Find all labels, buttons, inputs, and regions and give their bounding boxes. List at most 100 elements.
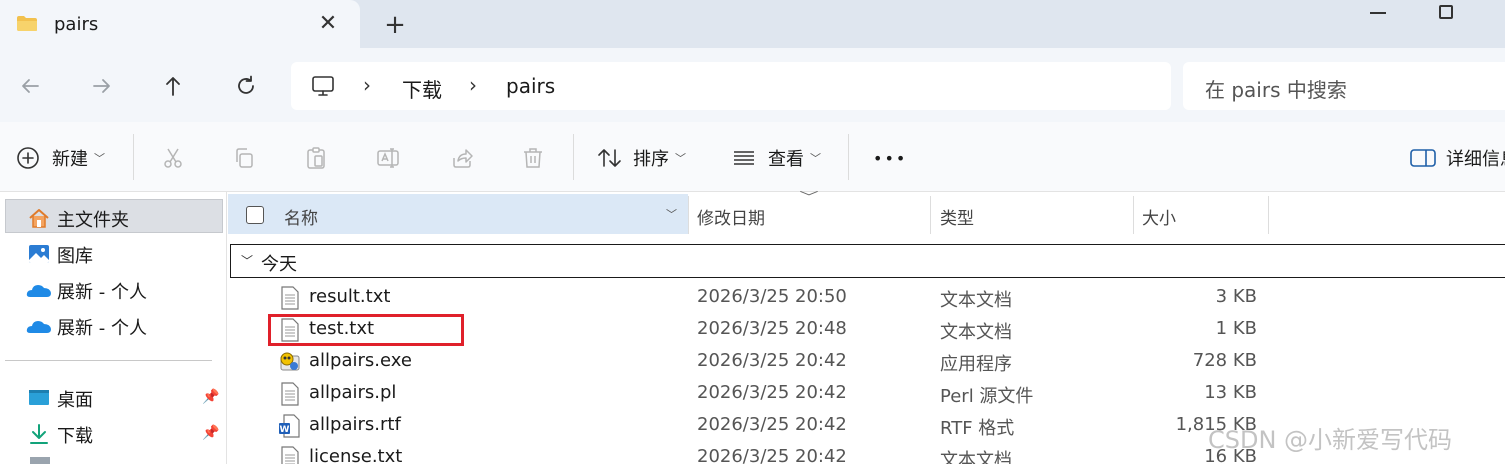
home-icon [29,209,49,228]
breadcrumb-separator[interactable]: › [363,73,371,97]
sidebar-item-onedrive[interactable]: 展新 - 个人 [0,272,224,306]
group-label: 今天 [261,254,297,275]
svg-text:W: W [280,425,290,435]
word-file-icon: W [279,414,300,438]
back-icon[interactable] [18,74,42,98]
sidebar-divider [5,360,212,361]
delete-icon[interactable] [521,146,545,170]
sidebar-item-downloads[interactable]: 下载 📌 [0,416,224,450]
column-separator[interactable] [688,196,689,234]
watermark: CSDN @小新爱写代码 [1208,426,1453,454]
column-header-type[interactable]: 类型 [940,204,974,229]
file-type: RTF 格式 [940,418,1015,439]
document-folder-icon [30,457,50,464]
rename-icon[interactable] [376,146,400,170]
maximize-icon[interactable] [1439,5,1453,19]
search-input[interactable]: 在 pairs 中搜索 [1183,62,1505,110]
text-file-icon [281,286,299,310]
file-date: 2026/3/25 20:42 [697,446,847,464]
chevron-down-icon[interactable]: ﹀ [666,206,677,222]
column-name-label: 名称 [284,209,318,229]
details-pane-button[interactable]: 详细信息 [1410,146,1505,170]
file-name: allpairs.pl [309,382,397,403]
pin-icon[interactable]: 📌 [202,425,219,441]
column-separator[interactable] [1268,196,1269,234]
title-bar: pairs ✕ + [0,0,1505,48]
sidebar-item-label: 展新 - 个人 [57,282,147,303]
file-type: Perl 源文件 [940,386,1034,407]
column-header-size[interactable]: 大小 [1142,204,1176,229]
paste-icon[interactable] [304,146,328,170]
file-type: 文本文档 [940,322,1012,343]
perl-file-icon [281,382,299,406]
chevron-down-icon[interactable]: ﹀ [241,252,253,269]
address-bar[interactable]: › 下载 › pairs [291,62,1171,110]
plus-circle-icon [17,147,39,169]
more-options-button[interactable]: ••• [873,146,907,170]
select-all-checkbox[interactable] [246,206,264,224]
onedrive-icon [26,285,51,297]
text-file-icon [281,446,299,464]
pin-icon[interactable]: 📌 [202,389,219,405]
file-size: 13 KB [1204,382,1257,403]
onedrive-icon [26,321,51,333]
navigation-pane: 主文件夹 图库 展新 - 个人 展新 - 个人 桌面 📌 下载 📌 [0,192,226,464]
forward-icon[interactable] [90,74,114,98]
file-date: 2026/3/25 20:42 [697,414,847,435]
close-tab-icon[interactable]: ✕ [316,11,340,36]
sidebar-item-desktop[interactable]: 桌面 📌 [0,380,224,414]
view-button[interactable]: 查看 ﹀ [732,146,821,170]
address-row: › 下载 › pairs 在 pairs 中搜索 [0,48,1505,122]
breadcrumb-downloads[interactable]: 下载 [402,74,442,103]
file-name: allpairs.exe [309,350,412,371]
folder-icon [17,16,37,31]
new-tab-icon[interactable]: + [383,10,407,40]
file-name: allpairs.rtf [309,414,401,435]
divider [848,134,849,180]
up-icon[interactable] [161,74,185,98]
file-row[interactable]: allpairs.exe 2026/3/25 20:42 应用程序 728 KB [228,346,1505,378]
sidebar-item-gallery[interactable]: 图库 [0,236,224,270]
desktop-icon [29,390,49,405]
chevron-down-icon: ﹀ [675,152,686,165]
column-header-date[interactable]: 修改日期 [697,204,765,229]
sidebar-item-onedrive[interactable]: 展新 - 个人 [0,308,224,342]
column-separator[interactable] [1133,196,1134,234]
sort-label: 排序 [633,149,669,170]
share-icon[interactable] [450,146,474,170]
pane-divider[interactable] [226,192,227,464]
sidebar-item-label: 展新 - 个人 [57,318,147,339]
this-pc-icon[interactable] [311,74,335,98]
minimize-icon[interactable] [1370,12,1386,14]
sidebar-item-partial[interactable] [0,450,224,464]
file-name: result.txt [309,286,391,307]
highlight-annotation [268,314,464,346]
file-size: 3 KB [1215,286,1257,307]
sort-button[interactable]: 排序 ﹀ [597,146,686,170]
cut-icon[interactable] [161,146,185,170]
breadcrumb-separator[interactable]: › [469,73,477,97]
tab-pairs[interactable]: pairs ✕ [0,0,360,48]
file-date: 2026/3/25 20:42 [697,350,847,371]
view-label: 查看 [768,149,804,170]
details-label: 详细信息 [1446,149,1505,170]
refresh-icon[interactable] [234,74,258,98]
divider [133,134,134,180]
column-separator[interactable] [930,196,931,234]
file-size: 728 KB [1192,350,1257,371]
copy-icon[interactable] [232,146,256,170]
column-header-name[interactable]: 名称 ﹀ [228,194,688,234]
breadcrumb-pairs[interactable]: pairs [506,74,555,98]
command-bar: 新建 ﹀ 排序 ﹀ 查看 ﹀ ••• 详细信 [0,122,1505,192]
file-row[interactable]: result.txt 2026/3/25 20:50 文本文档 3 KB [228,282,1505,314]
sidebar-item-home[interactable]: 主文件夹 [5,199,223,233]
file-date: 2026/3/25 20:50 [697,286,847,307]
file-row[interactable]: allpairs.pl 2026/3/25 20:42 Perl 源文件 13 … [228,378,1505,410]
chevron-down-icon: ﹀ [810,152,821,165]
download-icon [30,424,48,444]
group-header-today[interactable]: ﹀ 今天 [230,244,1505,278]
search-placeholder: 在 pairs 中搜索 [1205,78,1347,102]
view-list-icon [734,151,754,165]
new-button[interactable]: 新建 ﹀ [16,146,105,170]
tab-title: pairs [54,14,99,35]
